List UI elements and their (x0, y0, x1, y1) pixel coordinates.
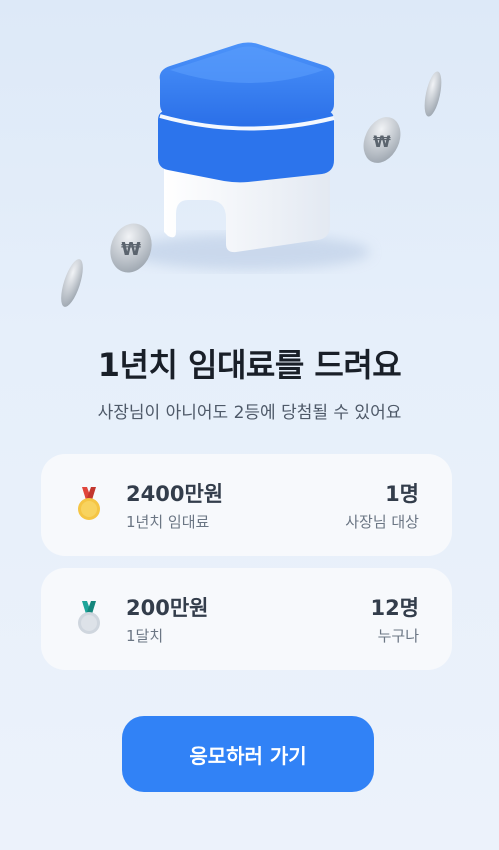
prize-amount: 2400만원 (126, 482, 224, 506)
coin-icon: ₩ (363, 117, 401, 163)
gold-medal-icon (78, 487, 100, 520)
winner-count: 1명 (385, 482, 419, 506)
hero-illustration: ₩ ₩ (61, 42, 442, 307)
coin-icon: ₩ (110, 223, 152, 273)
page-subtitle: 사장님이 아니어도 2등에 당첨될 수 있어요 (97, 403, 402, 423)
coin-icon (424, 71, 442, 117)
svg-text:₩: ₩ (121, 239, 141, 260)
prize-card-first: 2400만원 1년치 임대료 1명 사장님 대상 (41, 454, 452, 556)
prize-description: 1년치 임대료 (126, 513, 210, 531)
eligibility-label: 누구나 (377, 627, 419, 645)
silver-medal-icon (78, 601, 100, 634)
prize-card-second: 200만원 1달치 12명 누구나 (41, 568, 452, 670)
apply-button[interactable]: 응모하러 가기 (122, 716, 374, 792)
coin-icon (61, 259, 83, 307)
page-title: 1년치 임대료를 드려요 (97, 346, 402, 384)
winner-count: 12명 (370, 596, 419, 620)
svg-text:₩: ₩ (373, 132, 391, 151)
prize-description: 1달치 (126, 627, 164, 645)
prize-amount: 200만원 (126, 596, 209, 620)
eligibility-label: 사장님 대상 (345, 513, 419, 531)
